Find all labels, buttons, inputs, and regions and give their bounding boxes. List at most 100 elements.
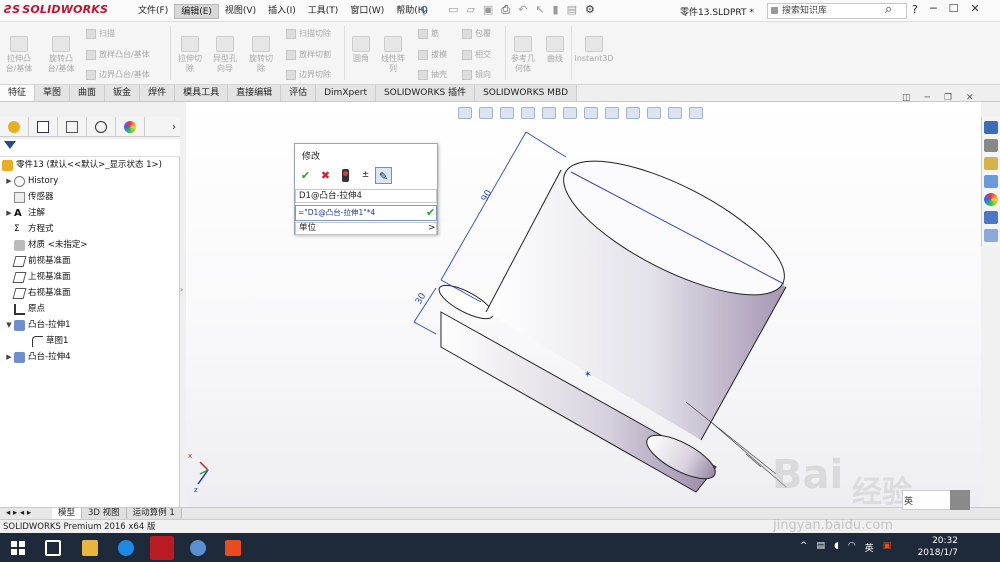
doc-close-icon[interactable]: ✕	[966, 93, 974, 103]
ok-check-icon[interactable]: ✔	[297, 167, 314, 184]
zoom-to-fit-icon[interactable]	[458, 107, 472, 119]
wrap-button[interactable]: 包覆	[462, 28, 491, 39]
search-icon[interactable]: ⌕	[885, 2, 892, 17]
tab-addins[interactable]: SOLIDWORKS 插件	[375, 85, 476, 101]
tree-item-right-plane[interactable]: 右视基准面	[4, 286, 71, 301]
section-view-icon[interactable]	[521, 107, 535, 119]
view-palette-icon[interactable]	[984, 175, 998, 188]
rib-button[interactable]: 筋	[418, 28, 439, 39]
accept-value-check-icon[interactable]: ✔	[426, 206, 435, 219]
tree-item-material[interactable]: 材质 <未指定>	[4, 238, 87, 253]
wifi-icon[interactable]: ◠	[848, 541, 856, 554]
dimension-d2-label[interactable]: 30	[414, 291, 429, 306]
menu-insert[interactable]: 插入(I)	[262, 4, 302, 19]
tab-features[interactable]: 特征	[0, 85, 36, 101]
tree-filter-bar[interactable]	[0, 139, 180, 157]
draft-button[interactable]: 拔模	[418, 49, 447, 60]
display-style-icon[interactable]	[584, 107, 598, 119]
tab-dimxpert[interactable]: DimXpert	[316, 85, 376, 101]
expand-panel-arrow[interactable]: ›	[145, 117, 180, 137]
previous-view-icon[interactable]	[500, 107, 514, 119]
feature-manager-tab[interactable]	[0, 117, 29, 137]
select-icon[interactable]: ↖	[535, 3, 544, 17]
fillet-button[interactable]: 圆角	[348, 36, 374, 64]
new-icon[interactable]: ▭	[448, 3, 458, 17]
tree-item-history[interactable]: ▶ History	[4, 174, 58, 189]
wps-taskbar-icon[interactable]	[225, 540, 241, 556]
tab-surfaces[interactable]: 曲面	[70, 85, 106, 101]
doc-minimize-icon[interactable]: ─	[925, 93, 930, 103]
instant3d-button[interactable]: Instant3D	[574, 36, 614, 64]
appearances-scenes-icon[interactable]	[984, 193, 998, 206]
boundary-cut-button[interactable]: 边界切除	[286, 69, 331, 80]
forum-icon[interactable]	[984, 229, 998, 242]
tab-motion-study[interactable]: 运动算例 1	[126, 508, 182, 519]
tab-evaluate[interactable]: 评估	[281, 85, 317, 101]
app-taskbar-icon[interactable]	[190, 540, 206, 556]
tab-model[interactable]: 模型	[52, 508, 83, 519]
menu-file[interactable]: 文件(F)	[132, 4, 174, 19]
mark-for-drawing-icon[interactable]: ✎	[375, 167, 392, 184]
curves-button[interactable]: 曲线	[542, 36, 568, 64]
extrude-boss-button[interactable]: 拉伸凸 台/基体	[4, 36, 34, 74]
expand-arrow[interactable]: ▶	[4, 206, 14, 221]
tab-sketch[interactable]: 草图	[35, 85, 71, 101]
hole-wizard-button[interactable]: 异型孔 向导	[210, 36, 240, 74]
loft-cut-button[interactable]: 放样切割	[286, 49, 331, 60]
filter-icon[interactable]	[4, 141, 16, 149]
hide-show-items-icon[interactable]	[605, 107, 619, 119]
tree-item-sensors[interactable]: 传感器	[4, 190, 54, 205]
tray-chevron-icon[interactable]: ^	[800, 541, 808, 554]
tab-mold-tools[interactable]: 模具工具	[175, 85, 229, 101]
display-pane-icon[interactable]	[689, 107, 703, 119]
boundary-boss-button[interactable]: 边界凸台/基体	[86, 69, 150, 80]
design-library-icon[interactable]	[984, 139, 998, 152]
tree-item-boss-extrude1[interactable]: ▼ 凸台-拉伸1	[4, 318, 70, 333]
close-icon[interactable]: ✕	[971, 2, 980, 15]
property-manager-tab[interactable]	[29, 117, 58, 137]
network-icon[interactable]: ▤	[817, 541, 826, 554]
dimxpert-manager-tab[interactable]	[87, 117, 116, 137]
windows-start-icon[interactable]	[10, 540, 26, 556]
pin-icon[interactable]: ⚲	[420, 4, 428, 17]
taskbar-clock[interactable]: 20:32 2018/1/7	[912, 535, 958, 559]
apply-scene-icon[interactable]	[647, 107, 661, 119]
unit-menu-arrow[interactable]: >	[428, 223, 436, 233]
rebuild-icon[interactable]: ▮	[553, 3, 559, 17]
collapse-arrow[interactable]: ▼	[4, 318, 14, 333]
restore-pane-icon[interactable]: ◫	[902, 93, 911, 103]
options-icon[interactable]: ⚙	[585, 3, 595, 17]
minimize-icon[interactable]: ─	[930, 2, 937, 15]
menu-view[interactable]: 视图(V)	[219, 4, 262, 19]
sweep-button[interactable]: 扫描	[86, 28, 115, 39]
shell-button[interactable]: 抽壳	[418, 69, 447, 80]
file-explorer-taskbar-icon[interactable]	[82, 540, 98, 556]
undo-icon[interactable]: ↶	[518, 3, 527, 17]
tree-item-origin[interactable]: 原点	[4, 302, 45, 317]
dynamic-annotation-icon[interactable]	[542, 107, 556, 119]
intersect-button[interactable]: 相交	[462, 49, 491, 60]
tab-sheet-metal[interactable]: 钣金	[105, 85, 141, 101]
tree-item-equations[interactable]: Σ 方程式	[4, 222, 54, 237]
zoom-area-icon[interactable]	[479, 107, 493, 119]
edit-appearance-icon[interactable]	[626, 107, 640, 119]
rebuild-light-icon[interactable]	[337, 167, 354, 184]
tree-item-sketch1[interactable]: 草图1	[22, 334, 68, 349]
linear-pattern-button[interactable]: 线性阵 列	[378, 36, 408, 74]
custom-properties-icon[interactable]	[984, 211, 998, 224]
revolve-cut-button[interactable]: 旋转切 除	[246, 36, 276, 74]
tree-item-top-plane[interactable]: 上视基准面	[4, 270, 71, 285]
revolve-boss-button[interactable]: 旋转凸 台/基体	[46, 36, 76, 74]
solidworks-taskbar-icon[interactable]	[150, 536, 174, 560]
file-explorer-icon[interactable]	[984, 157, 998, 170]
edge-browser-icon[interactable]	[118, 540, 134, 556]
save-icon[interactable]: ▣	[483, 3, 493, 17]
unit-menu[interactable]: 单位	[295, 222, 437, 235]
menu-tools[interactable]: 工具(T)	[302, 4, 345, 19]
extrude-cut-button[interactable]: 拉伸切 除	[176, 36, 204, 74]
expand-arrow[interactable]: ▶	[4, 350, 14, 365]
mirror-button[interactable]: 镜向	[462, 69, 491, 80]
expand-arrow[interactable]: ▶	[4, 174, 14, 189]
menu-window[interactable]: 窗口(W)	[344, 4, 390, 19]
maximize-icon[interactable]: ☐	[949, 2, 959, 15]
